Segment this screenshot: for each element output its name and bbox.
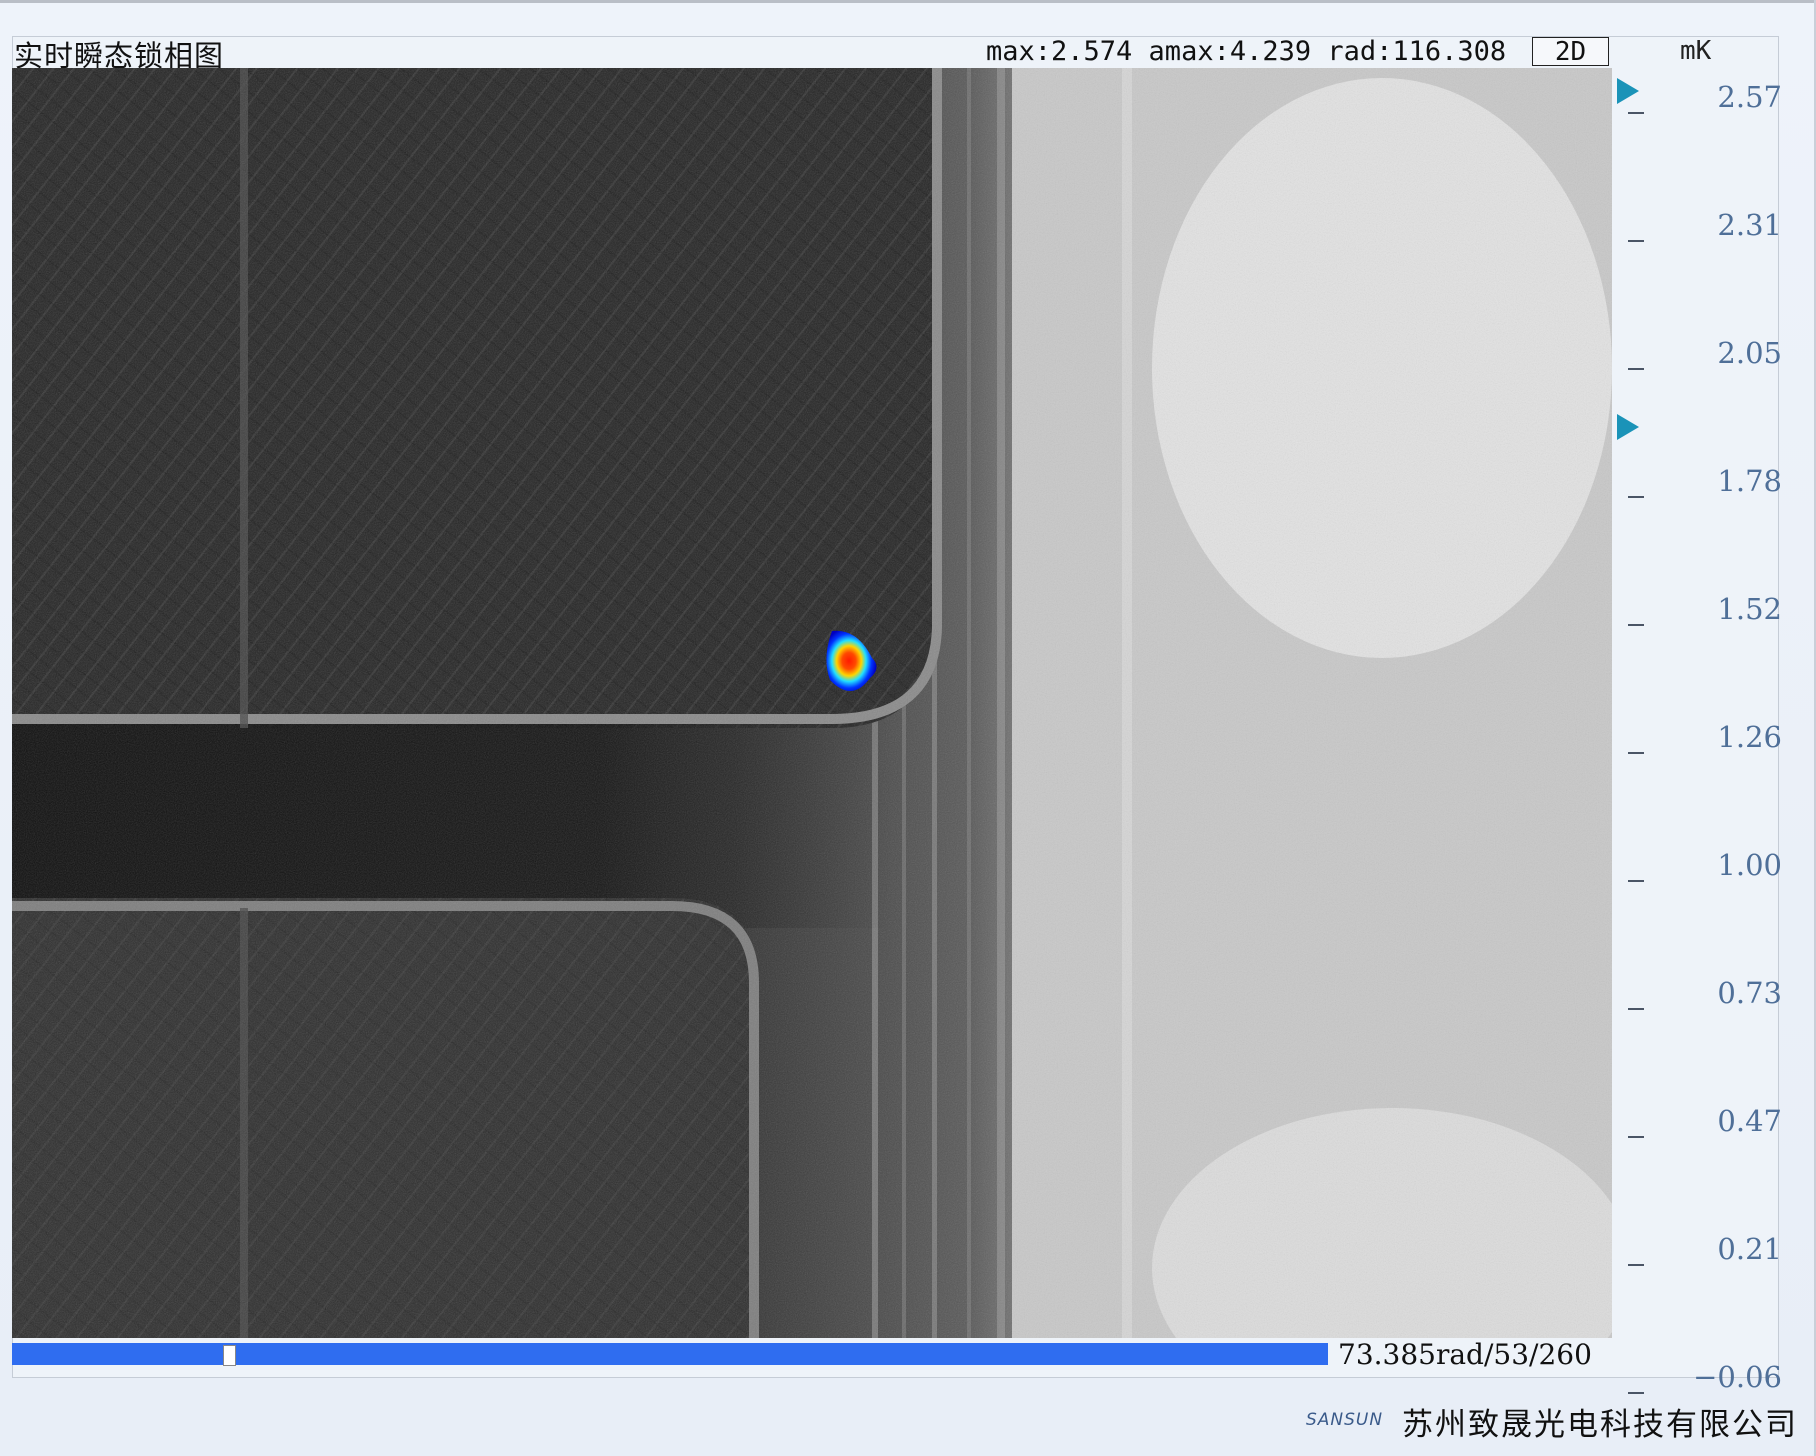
scale-tick-label: 0.47 xyxy=(1717,1104,1782,1138)
top-divider xyxy=(0,0,1816,3)
scale-tick-label: 0.73 xyxy=(1717,976,1782,1010)
scale-tick xyxy=(1628,1392,1644,1394)
company-name: 苏州致晟光电科技有限公司 xyxy=(1402,1407,1798,1443)
scale-max-marker[interactable] xyxy=(1617,78,1639,104)
scale-tick-label: 1.78 xyxy=(1717,464,1782,498)
color-scale-axis: 2.57 2.31 2.05 1.78 1.52 1.26 1.00 0.73 0.47 0.21… xyxy=(1612,60,1782,1394)
scale-tick xyxy=(1628,368,1644,370)
sansun-logo: SANSUN xyxy=(1306,1410,1384,1430)
frame-progress-readout: 73.385rad/53/260 xyxy=(1338,1338,1592,1371)
scale-tick-label: −0.06 xyxy=(1693,1360,1782,1394)
scale-tick-label: 1.00 xyxy=(1717,848,1782,882)
scale-tick-label: 2.05 xyxy=(1717,336,1782,370)
scale-tick xyxy=(1628,1136,1644,1138)
scale-tick-label: 0.21 xyxy=(1717,1232,1782,1266)
scale-tick xyxy=(1628,880,1644,882)
scale-tick xyxy=(1628,1008,1644,1010)
progress-thumb[interactable] xyxy=(222,1345,236,1366)
scale-tick xyxy=(1628,240,1644,242)
scale-tick-label: 1.26 xyxy=(1717,720,1782,754)
thermal-image-canvas xyxy=(12,68,1612,1338)
scale-tick xyxy=(1628,752,1644,754)
scale-tick-label: 2.57 xyxy=(1717,80,1782,114)
lockin-thermal-image[interactable] xyxy=(12,68,1612,1338)
scale-tick xyxy=(1628,1264,1644,1266)
scale-tick xyxy=(1628,624,1644,626)
scale-tick xyxy=(1628,496,1644,498)
measurement-readout: max:2.574 amax:4.239 rad:116.308 xyxy=(986,36,1507,67)
scale-threshold-marker[interactable] xyxy=(1617,413,1639,440)
scale-tick-label: 1.52 xyxy=(1717,592,1782,626)
frame-progress-bar[interactable] xyxy=(12,1343,1328,1366)
scale-tick-label: 2.31 xyxy=(1717,208,1782,242)
view-mode-2d-button[interactable]: 2D xyxy=(1532,37,1609,67)
scale-tick xyxy=(1628,112,1644,114)
